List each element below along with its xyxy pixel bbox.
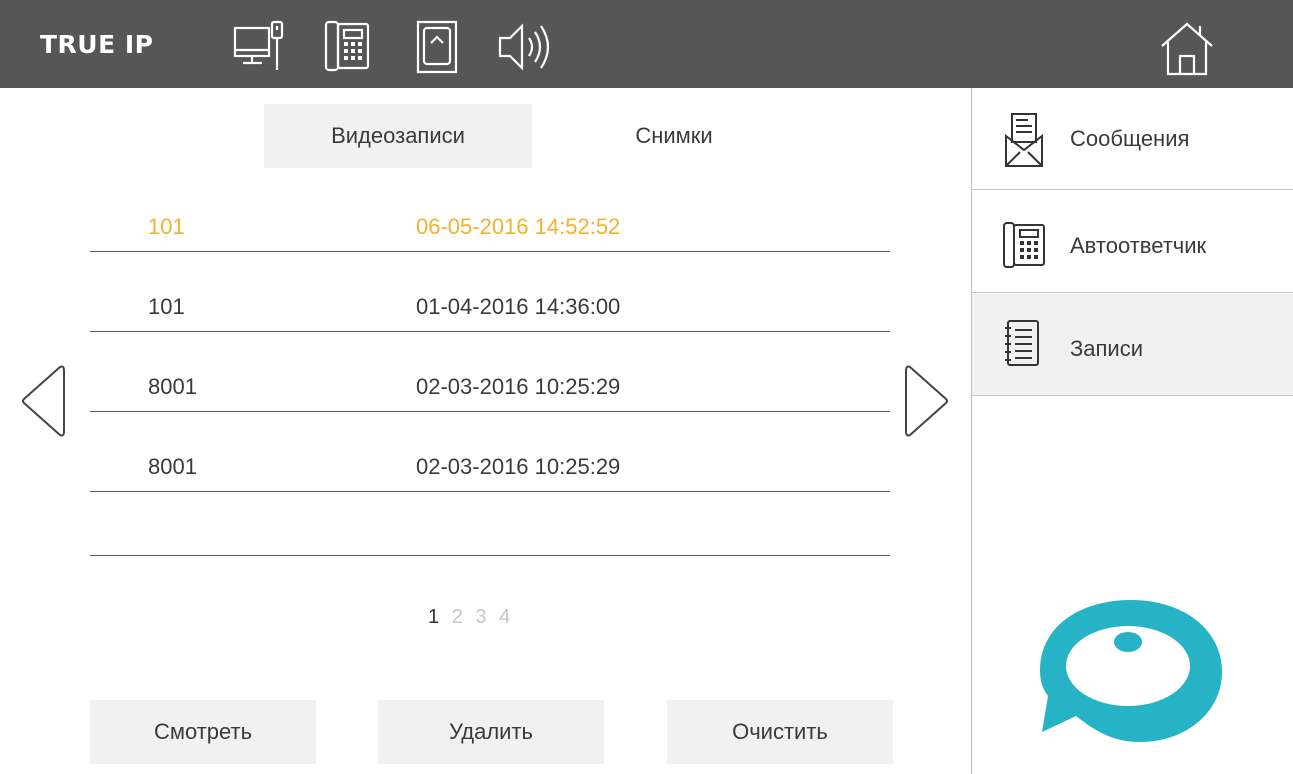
pagination: 1 2 3 4	[428, 606, 517, 629]
menu-divider	[972, 395, 1293, 396]
page-link[interactable]: 4	[499, 606, 510, 628]
sidebar-item-label: Автоответчик	[1070, 233, 1207, 258]
notebook-icon	[1002, 318, 1042, 373]
table-row[interactable]: 101 01-04-2016 14:36:00	[90, 252, 890, 332]
sidebar-item-label: Записи	[1070, 336, 1144, 361]
page-current[interactable]: 1	[428, 606, 439, 628]
home-icon[interactable]	[1158, 18, 1216, 83]
brand-logo	[1036, 596, 1226, 751]
monitor-icon[interactable]	[232, 18, 290, 76]
brand-logo-text: TRUE IP	[40, 30, 154, 59]
next-page-arrow-icon[interactable]	[904, 365, 950, 442]
record-id: 101	[148, 214, 185, 239]
record-id: 101	[148, 294, 185, 319]
table-row[interactable]: 101 06-05-2016 14:52:52	[90, 172, 890, 252]
row-divider	[90, 555, 890, 556]
table-row[interactable]	[90, 476, 890, 556]
record-datetime: 06-05-2016 14:52:52	[416, 214, 621, 239]
sidebar-item-label: Сообщения	[1070, 126, 1190, 151]
page-link[interactable]: 2	[452, 606, 463, 628]
prev-page-arrow-icon[interactable]	[20, 365, 66, 442]
record-id: 8001	[148, 374, 197, 399]
answering-machine-icon	[1002, 221, 1046, 276]
clear-button[interactable]: Очистить	[667, 700, 893, 764]
view-button[interactable]: Смотреть	[90, 700, 316, 764]
table-row[interactable]: 8001 02-03-2016 10:25:29	[90, 332, 890, 412]
sd-card-icon[interactable]	[412, 18, 462, 76]
intercom-phone-icon[interactable]	[322, 18, 372, 76]
tab-snapshots[interactable]: Снимки	[540, 104, 808, 168]
sidebar-item-records[interactable]: Записи	[972, 294, 1293, 396]
tab-videos[interactable]: Видеозаписи	[264, 104, 532, 168]
delete-button[interactable]: Удалить	[378, 700, 604, 764]
menu-divider	[972, 292, 1293, 293]
speaker-icon[interactable]	[496, 18, 560, 76]
sidebar-item-answering-machine[interactable]: Автоответчик	[972, 191, 1293, 293]
top-bar: TRUE IP	[0, 0, 1293, 88]
page-link[interactable]: 3	[475, 606, 486, 628]
record-datetime: 01-04-2016 14:36:00	[416, 294, 621, 319]
record-datetime: 02-03-2016 10:25:29	[416, 374, 621, 399]
message-envelope-icon	[1002, 110, 1046, 173]
menu-divider	[972, 189, 1293, 190]
sidebar-item-messages[interactable]: Сообщения	[972, 88, 1293, 190]
